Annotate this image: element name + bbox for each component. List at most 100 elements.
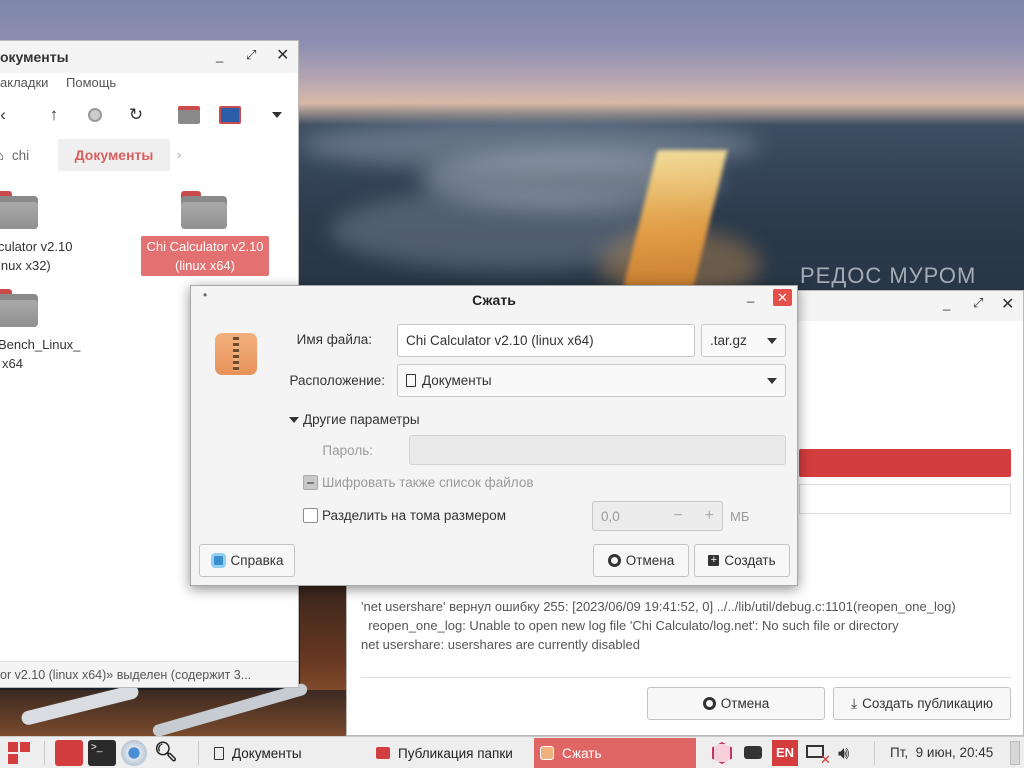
files-launcher-icon[interactable] [55, 740, 83, 766]
breadcrumb: ⌂ chi [0, 139, 29, 171]
add-icon: + [708, 555, 720, 566]
cancel-icon [607, 554, 621, 567]
chat-icon[interactable] [740, 740, 766, 766]
minus-icon[interactable]: − [673, 507, 682, 525]
task-share-folder[interactable]: Публикация папки [376, 737, 528, 768]
search-icon[interactable]: 🔍︎ [154, 740, 182, 766]
share-cancel-label: Отмена [720, 696, 770, 711]
share-input[interactable] [799, 484, 1011, 514]
file-manager-titlebar[interactable]: окументы _ ⤢ ✕ [0, 41, 298, 73]
split-volumes-label: Разделить на тома размером [322, 508, 507, 523]
cancel-icon [702, 697, 716, 710]
plus-icon[interactable]: + [705, 507, 714, 525]
divider [874, 741, 875, 765]
help-button[interactable]: Справка [199, 544, 295, 577]
wallpaper-watermark: РЕДОС МУРОМ [800, 263, 977, 288]
password-input[interactable] [409, 435, 786, 465]
menu-help[interactable]: Помощь [66, 75, 116, 90]
other-options-expander[interactable]: Другие параметры [289, 412, 420, 427]
show-desktop-button[interactable] [1010, 741, 1020, 765]
location-label: Расположение: [289, 373, 385, 388]
file-item-line2: (linux x64) [175, 258, 235, 273]
file-item-selected[interactable]: Chi Calculator v2.10 (linux x64) [141, 236, 269, 276]
archive-icon [540, 746, 554, 760]
create-share-label: Создать публикацию [862, 696, 994, 711]
extension-select[interactable]: .tar.gz [701, 324, 786, 357]
split-volumes-checkbox[interactable] [303, 508, 318, 523]
location-value: Документы [422, 373, 492, 388]
task-compress[interactable]: Сжать [534, 738, 696, 768]
file-item-line2: inux x32) [0, 258, 51, 273]
document-icon [406, 374, 416, 387]
taskbar: >_ 🔍︎ Документы Публикация папки Сжать E… [0, 736, 1024, 768]
maximize-icon[interactable]: ⤢ [246, 47, 256, 63]
start-menu-icon[interactable] [8, 742, 30, 764]
wallpaper-foreground [0, 682, 346, 736]
folder-icon[interactable] [0, 289, 38, 327]
minimize-icon[interactable]: _ [216, 48, 223, 63]
task-label: Документы [232, 745, 302, 761]
task-label: Публикация папки [398, 745, 513, 761]
other-options-label: Другие параметры [303, 412, 420, 427]
volume-unit: МБ [730, 509, 750, 524]
cancel-button[interactable]: Отмена [593, 544, 689, 577]
task-label: Сжать [562, 745, 602, 761]
filename-input[interactable]: Chi Calculator v2.10 (linux x64) [397, 324, 695, 357]
log-line: reopen_one_log: Unable to open new log f… [361, 618, 899, 633]
close-icon[interactable]: ✕ [276, 45, 289, 65]
menu-bookmarks[interactable]: акладки [0, 75, 48, 90]
breadcrumb-current[interactable]: Документы [58, 139, 170, 171]
maximize-icon[interactable]: ⤢ [973, 295, 983, 311]
browser-icon[interactable] [121, 740, 147, 766]
location-select[interactable]: Документы [397, 364, 786, 397]
share-cancel-button[interactable]: Отмена [647, 687, 825, 720]
status-bar: or v2.10 (linux x64)» выделен (содержит … [0, 661, 298, 687]
divider [198, 741, 199, 765]
keyboard-layout-indicator[interactable]: EN [772, 740, 798, 766]
terminal-icon[interactable]: >_ [88, 740, 116, 766]
clock[interactable]: Пт, 9 июн, 20:45 [890, 745, 993, 760]
create-share-button[interactable]: ⤓ Создать публикацию [833, 687, 1011, 720]
back-icon[interactable]: ‹ [0, 102, 16, 128]
chevron-down-icon [767, 377, 777, 384]
volume-size-stepper[interactable]: 0,0 − + [592, 501, 723, 531]
close-icon[interactable]: ✕ [1001, 294, 1014, 314]
extension-value: .tar.gz [710, 333, 747, 348]
file-item-label[interactable]: culator v2.10 inux x32) [0, 237, 72, 275]
chevron-down-icon[interactable] [264, 102, 290, 128]
folder-icon[interactable] [181, 191, 227, 229]
display-icon[interactable] [217, 102, 243, 128]
compress-dialog: • Сжать _ ✕ Имя файла: Chi Calculator v2… [190, 285, 798, 586]
volume-icon[interactable]: 🔊︎ [838, 740, 864, 766]
divider [361, 677, 1011, 678]
create-label: Создать [724, 553, 776, 568]
password-label: Пароль: [322, 443, 373, 458]
package-cube-icon[interactable] [708, 740, 734, 766]
file-item-line1: Chi Calculator v2.10 [146, 239, 264, 254]
record-icon[interactable] [82, 102, 108, 128]
help-label: Справка [230, 553, 284, 568]
error-log: 'net usershare' вернул ошибку 255: [2023… [361, 597, 956, 654]
minimize-icon[interactable]: _ [747, 288, 754, 303]
refresh-icon[interactable]: ↻ [123, 102, 149, 128]
divider [44, 741, 45, 765]
file-item-line1: Bench_Linux_ [0, 337, 81, 352]
log-line: net usershare: usershares are currently … [361, 637, 640, 652]
network-disconnected-icon[interactable]: ✕ [804, 740, 832, 767]
breadcrumb-chevron-icon[interactable]: › [177, 147, 181, 162]
home-icon[interactable]: ⌂ [0, 148, 4, 163]
minimize-icon[interactable]: _ [943, 296, 950, 311]
archive-icon [215, 333, 257, 375]
task-documents[interactable]: Документы [214, 737, 364, 768]
breadcrumb-home[interactable]: chi [12, 148, 29, 163]
close-icon[interactable]: ✕ [773, 289, 792, 306]
folder-icon[interactable] [0, 191, 38, 229]
home-folder-icon[interactable] [176, 102, 202, 128]
encrypt-list-checkbox[interactable] [303, 475, 318, 490]
encrypt-list-label: Шифровать также список файлов [322, 475, 534, 490]
create-button[interactable]: + Создать [694, 544, 790, 577]
file-item-label[interactable]: Bench_Linux_ x64 [0, 335, 80, 373]
folder-share-icon [376, 747, 390, 759]
up-arrow-icon[interactable]: ↑ [41, 102, 67, 128]
download-icon: ⤓ [850, 695, 858, 711]
